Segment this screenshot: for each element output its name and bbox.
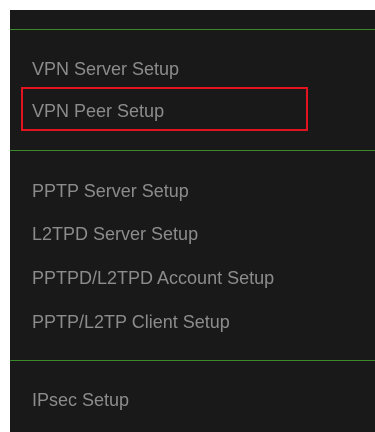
menu-item-l2tpd-server-setup[interactable]: L2TPD Server Setup [32, 223, 198, 245]
menu-item-pptpd-l2tpd-account-setup[interactable]: PPTPD/L2TPD Account Setup [32, 267, 274, 289]
highlight-box [21, 87, 308, 131]
menu-item-ipsec-setup[interactable]: IPsec Setup [32, 389, 129, 411]
menu-divider-2 [10, 360, 375, 361]
menu-item-vpn-server-setup[interactable]: VPN Server Setup [32, 58, 179, 80]
vpn-menu-panel: VPN Server Setup VPN Peer Setup PPTP Ser… [10, 10, 375, 432]
menu-item-pptp-server-setup[interactable]: PPTP Server Setup [32, 180, 189, 202]
menu-divider-top [10, 29, 375, 30]
menu-item-pptp-l2tp-client-setup[interactable]: PPTP/L2TP Client Setup [32, 311, 230, 333]
menu-divider-1 [10, 150, 375, 151]
